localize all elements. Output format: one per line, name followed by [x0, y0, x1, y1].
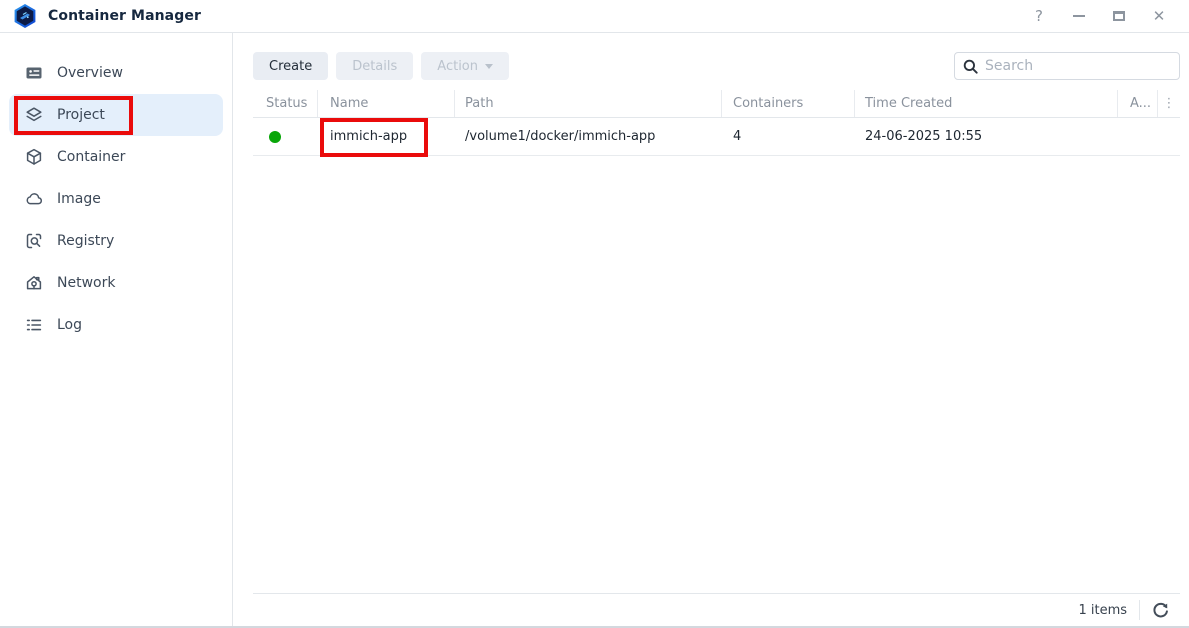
column-header-action[interactable]: A... — [1118, 90, 1158, 117]
vertical-dots-icon: ⋮ — [1163, 97, 1176, 110]
toolbar: Create Details Action — [233, 52, 1189, 80]
container-manager-window: Container Manager ? ✕ Overview Project — [0, 0, 1189, 628]
refresh-button[interactable] — [1152, 602, 1169, 619]
search-input[interactable] — [985, 58, 1171, 74]
action-button[interactable]: Action — [421, 52, 509, 80]
sidebar-item-label: Network — [57, 275, 115, 291]
sidebar-item-label: Registry — [57, 233, 114, 249]
column-header-containers[interactable]: Containers — [722, 90, 855, 117]
help-icon[interactable]: ? — [1031, 8, 1047, 24]
titlebar: Container Manager ? ✕ — [0, 0, 1189, 33]
sidebar-item-label: Project — [57, 107, 105, 123]
footer-divider — [1139, 600, 1140, 620]
items-count-label: 1 items — [1078, 603, 1127, 618]
row-status-cell — [253, 131, 318, 143]
sidebar-item-label: Image — [57, 191, 101, 207]
registry-icon — [25, 232, 43, 250]
close-icon[interactable]: ✕ — [1151, 8, 1167, 24]
row-time-created-cell: 24-06-2025 10:55 — [855, 129, 1118, 144]
column-header-time-created[interactable]: Time Created — [855, 90, 1118, 117]
search-icon — [963, 59, 978, 74]
table-header: Status Name Path Containers Time Created… — [253, 90, 1180, 118]
row-path-cell: /volume1/docker/immich-app — [455, 129, 722, 144]
project-table: Status Name Path Containers Time Created… — [253, 90, 1180, 156]
row-containers-cell: 4 — [722, 129, 855, 144]
window-controls: ? ✕ — [1031, 8, 1167, 24]
log-icon — [25, 316, 43, 334]
chevron-down-icon — [485, 64, 493, 69]
table-empty-area — [233, 156, 1189, 593]
sidebar-item-label: Overview — [57, 65, 123, 81]
details-button[interactable]: Details — [336, 52, 413, 80]
sidebar-item-overview[interactable]: Overview — [9, 52, 223, 94]
table-row[interactable]: immich-app /volume1/docker/immich-app 4 … — [253, 118, 1180, 156]
image-icon — [25, 190, 43, 208]
column-header-name[interactable]: Name — [318, 90, 455, 117]
action-button-label: Action — [437, 59, 478, 74]
overview-icon — [25, 64, 43, 82]
search-box[interactable] — [954, 52, 1180, 80]
maximize-icon[interactable] — [1111, 8, 1127, 24]
create-button[interactable]: Create — [253, 52, 328, 80]
sidebar-item-container[interactable]: Container — [9, 136, 223, 178]
sidebar-item-log[interactable]: Log — [9, 304, 223, 346]
window-title: Container Manager — [48, 8, 201, 24]
container-icon — [25, 148, 43, 166]
sidebar-item-image[interactable]: Image — [9, 178, 223, 220]
column-header-path[interactable]: Path — [455, 90, 722, 117]
column-options-button[interactable]: ⋮ — [1158, 90, 1180, 117]
minimize-icon[interactable] — [1071, 8, 1087, 24]
sidebar-item-network[interactable]: Network — [9, 262, 223, 304]
row-name-cell[interactable]: immich-app — [318, 129, 455, 144]
sidebar-item-project[interactable]: Project — [9, 94, 223, 136]
sidebar-item-label: Container — [57, 149, 125, 165]
network-icon — [25, 274, 43, 292]
sidebar: Overview Project Container Image — [0, 33, 233, 626]
refresh-icon — [1152, 602, 1169, 619]
sidebar-item-registry[interactable]: Registry — [9, 220, 223, 262]
status-running-dot — [269, 131, 281, 143]
main-panel: Create Details Action Status Name Path C — [233, 33, 1189, 626]
column-header-status[interactable]: Status — [253, 90, 318, 117]
sidebar-item-label: Log — [57, 317, 82, 333]
project-icon — [25, 106, 43, 124]
footer-bar: 1 items — [253, 593, 1180, 626]
container-manager-app-icon — [12, 3, 38, 29]
